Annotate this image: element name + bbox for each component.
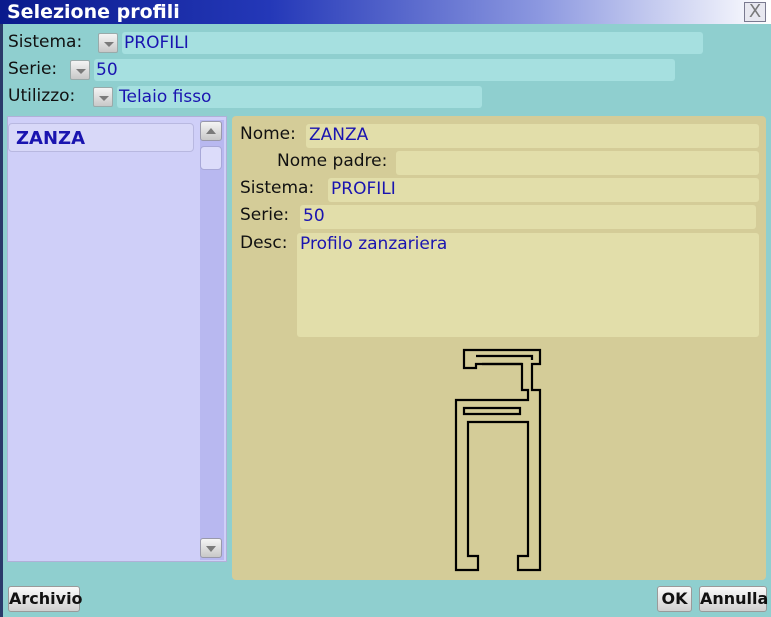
list-item[interactable]: ZANZA [8,123,194,152]
close-icon: X [748,1,762,22]
serie-detail-field: 50 [300,205,756,229]
profile-list[interactable] [7,116,227,562]
close-button[interactable]: X [744,2,766,22]
annulla-button[interactable]: Annulla [699,586,768,612]
arrow-up-icon[interactable] [200,121,222,141]
desc-label: Desc: [240,233,288,253]
serie-detail-label: Serie: [240,205,290,225]
window-frame [0,24,3,617]
window-title: Selezione profili [7,1,180,23]
archivio-button[interactable]: Archivio [8,586,83,612]
sistema-select[interactable]: PROFILI [122,32,703,54]
sistema-label: Sistema: [8,32,83,52]
ok-button[interactable]: OK [657,586,692,612]
utilizzo-select[interactable]: Telaio fisso [117,86,482,108]
serie-select[interactable]: 50 [94,59,675,81]
utilizzo-label: Utilizzo: [8,86,76,106]
sistema-detail-label: Sistema: [240,178,315,198]
desc-field: Profilo zanzariera [297,233,759,337]
sistema-dropdown-button[interactable] [98,33,118,53]
utilizzo-dropdown-button[interactable] [93,87,113,107]
sistema-detail-field: PROFILI [328,178,759,202]
serie-label: Serie: [8,59,58,79]
nome-padre-field [396,151,759,175]
serie-dropdown-button[interactable] [70,60,90,80]
scrollbar-thumb[interactable] [200,146,222,170]
nome-label: Nome: [240,124,296,144]
arrow-down-icon[interactable] [200,538,222,558]
title-bar: Selezione profili X [0,0,771,24]
nome-field: ZANZA [306,124,759,148]
nome-padre-label: Nome padre: [277,151,388,171]
profile-section-drawing [454,348,542,572]
list-scrollbar[interactable] [200,120,224,560]
